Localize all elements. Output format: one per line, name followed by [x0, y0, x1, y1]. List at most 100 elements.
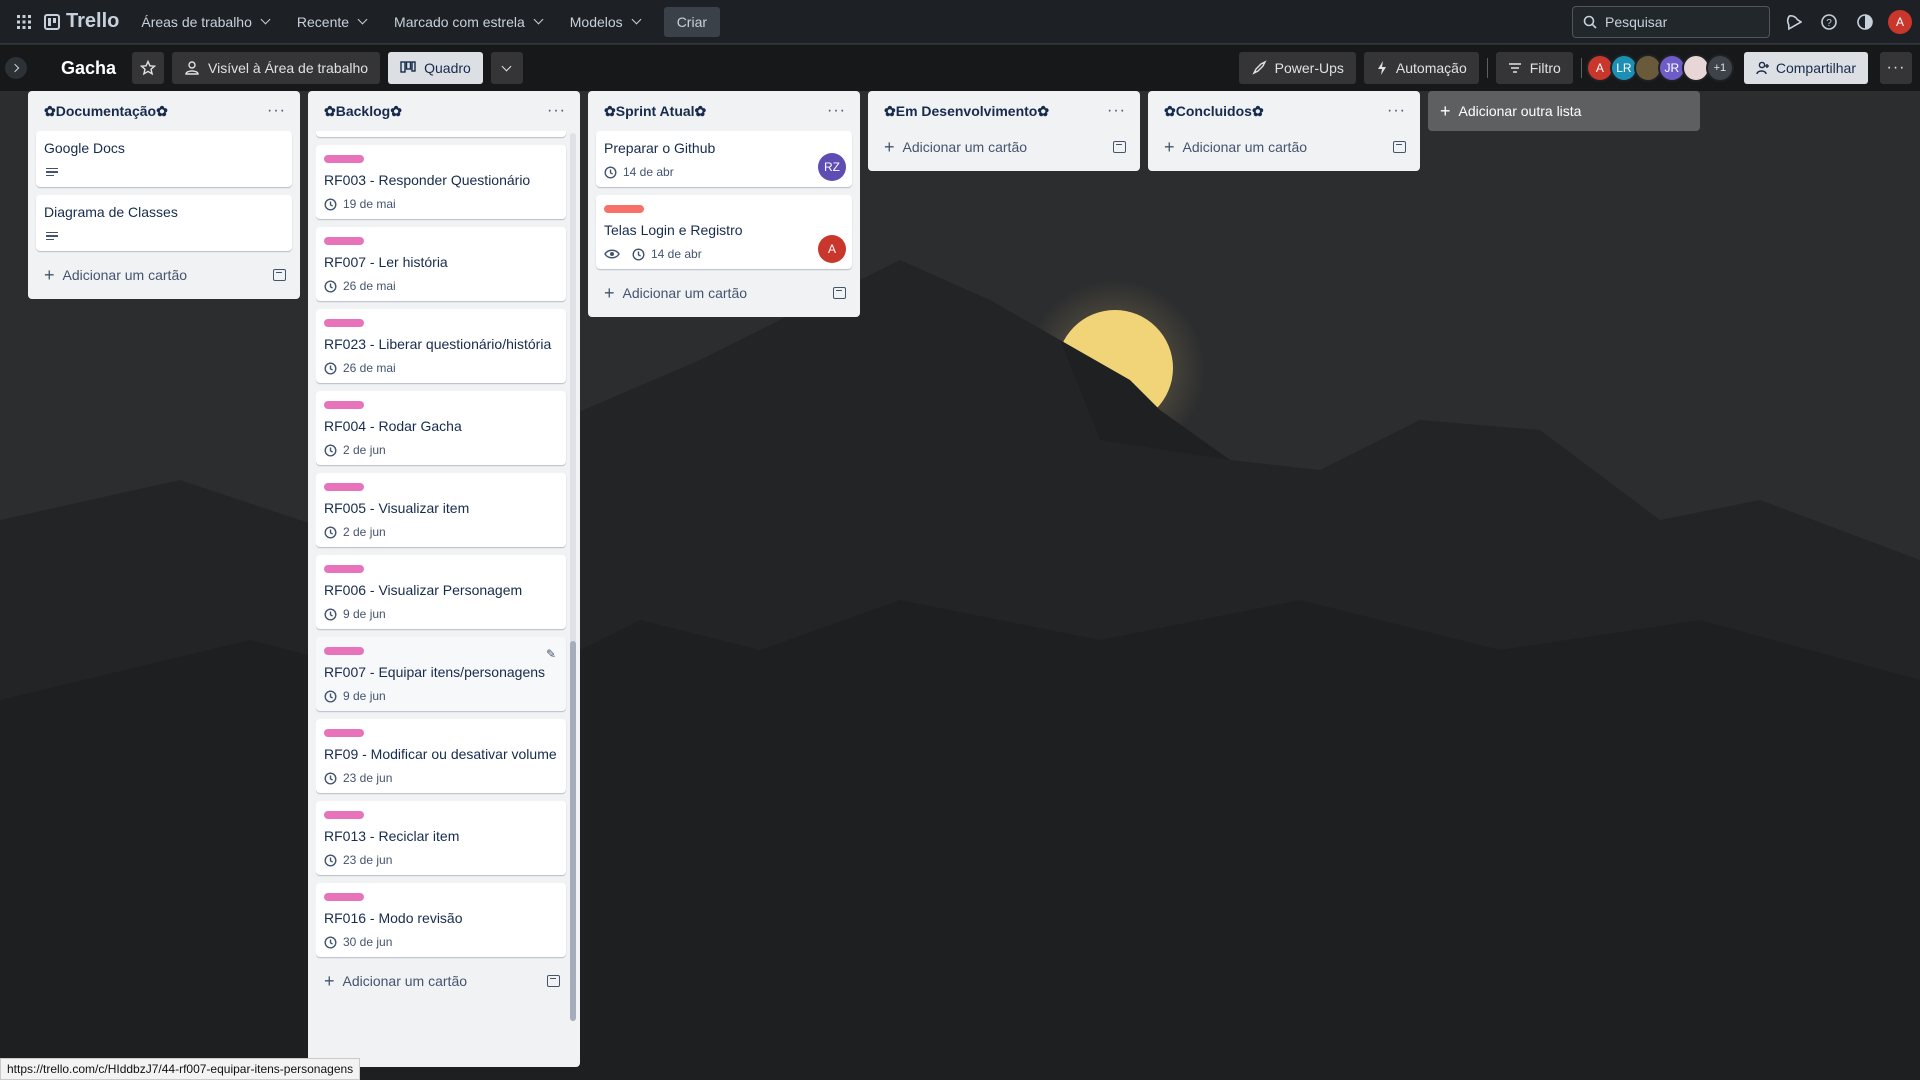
add-card-button[interactable]: + Adicionar um cartão	[316, 965, 566, 997]
list-title[interactable]: ✿Documentação✿	[44, 103, 168, 120]
app-switcher-icon[interactable]	[10, 8, 38, 36]
card-label[interactable]	[324, 647, 364, 655]
card-badges: 23 de jun	[324, 851, 558, 869]
due-date[interactable]: 23 de jun	[343, 771, 392, 785]
card-hovered[interactable]: ✎ RF007 - Equipar itens/personagens 9 de…	[316, 637, 566, 711]
card[interactable]: RF016 - Modo revisão 30 de jun	[316, 883, 566, 957]
card[interactable]: Google Docs	[36, 131, 292, 187]
list-title[interactable]: ✿Concluidos✿	[1164, 103, 1264, 120]
card-template-icon[interactable]	[833, 287, 846, 299]
card-member-avatar[interactable]: A	[818, 235, 846, 263]
powerups-button[interactable]: Power-Ups	[1238, 52, 1356, 84]
nav-recent[interactable]: Recente	[285, 8, 378, 36]
list-menu-icon[interactable]: ···	[547, 102, 566, 120]
filter-button[interactable]: Filtro	[1495, 52, 1573, 84]
automation-button[interactable]: Automação	[1363, 52, 1479, 84]
card[interactable]: RF006 - Visualizar Personagem 9 de jun	[316, 555, 566, 629]
list-scrollbar-thumb[interactable]	[570, 641, 576, 1021]
help-icon[interactable]: ?	[1816, 9, 1842, 35]
card-label[interactable]	[324, 729, 364, 737]
due-date[interactable]: 23 de jun	[343, 853, 392, 867]
visibility-button[interactable]: Visível à Área de trabalho	[172, 52, 381, 84]
card-member-avatar[interactable]: RZ	[818, 153, 846, 181]
search-input[interactable]: Pesquisar	[1572, 5, 1770, 38]
board-menu-button[interactable]: ···	[1880, 52, 1912, 84]
due-date[interactable]: 26 de mai	[343, 279, 396, 293]
edit-pencil-icon[interactable]: ✎	[546, 647, 556, 661]
header-divider	[1486, 58, 1488, 78]
list-menu-icon[interactable]: ···	[267, 102, 286, 120]
card-template-icon[interactable]	[547, 975, 560, 987]
add-card-button[interactable]: + Adicionar um cartão	[36, 259, 292, 291]
add-card-button[interactable]: + Adicionar um cartão	[596, 277, 852, 309]
card[interactable]: Diagrama de Classes	[36, 195, 292, 251]
view-switcher-button[interactable]	[490, 52, 523, 84]
card-label[interactable]	[604, 205, 644, 213]
card[interactable]: Preparar o Github 14 de abr RZ	[596, 131, 852, 187]
list-title[interactable]: ✿Sprint Atual✿	[604, 103, 706, 120]
due-date[interactable]: 9 de jun	[343, 607, 386, 621]
card-label[interactable]	[324, 893, 364, 901]
notifications-icon[interactable]	[1780, 9, 1806, 35]
nav-workspaces[interactable]: Áreas de trabalho	[129, 8, 281, 36]
card[interactable]: RF007 - Ler história 26 de mai	[316, 227, 566, 301]
user-avatar[interactable]: A	[1888, 9, 1912, 34]
list-header[interactable]: ✿Sprint Atual✿ ···	[596, 91, 852, 131]
card-label[interactable]	[324, 811, 364, 819]
view-board-button[interactable]: Quadro	[388, 52, 483, 84]
rocket-icon	[1252, 60, 1267, 75]
list-menu-icon[interactable]: ···	[827, 102, 846, 120]
nav-starred[interactable]: Marcado com estrela	[382, 8, 554, 36]
due-date[interactable]: 14 de abr	[623, 165, 674, 179]
card-template-icon[interactable]	[1113, 141, 1126, 153]
card-label[interactable]	[324, 319, 364, 327]
plus-icon: +	[604, 283, 615, 303]
card-label[interactable]	[324, 401, 364, 409]
add-list-button[interactable]: + Adicionar outra lista	[1428, 91, 1700, 131]
sidebar-toggle[interactable]	[5, 57, 27, 79]
card-partial[interactable]	[316, 131, 566, 137]
card-label[interactable]	[324, 237, 364, 245]
list-title[interactable]: ✿Em Desenvolvimento✿	[884, 103, 1049, 120]
nav-templates[interactable]: Modelos	[558, 8, 652, 36]
card-template-icon[interactable]	[1393, 141, 1406, 153]
due-date[interactable]: 9 de jun	[343, 689, 386, 703]
due-date[interactable]: 2 de jun	[343, 443, 386, 457]
clock-icon	[324, 771, 337, 785]
list-menu-icon[interactable]: ···	[1387, 102, 1406, 120]
list-cards-scroll[interactable]: RF003 - Responder Questionário 19 de mai…	[316, 131, 574, 1059]
list-title[interactable]: ✿Backlog✿	[324, 103, 402, 120]
list-header[interactable]: ✿Backlog✿ ···	[316, 91, 572, 131]
card-label[interactable]	[324, 565, 364, 573]
share-button[interactable]: Compartilhar	[1743, 52, 1868, 84]
add-card-button[interactable]: + Adicionar um cartão	[876, 131, 1132, 163]
card[interactable]: RF005 - Visualizar item 2 de jun	[316, 473, 566, 547]
due-date[interactable]: 30 de jun	[343, 935, 392, 949]
card[interactable]: RF023 - Liberar questionário/história 26…	[316, 309, 566, 383]
list-header[interactable]: ✿Documentação✿ ···	[36, 91, 292, 131]
due-date[interactable]: 26 de mai	[343, 361, 396, 375]
add-card-label: Adicionar um cartão	[1182, 139, 1308, 155]
due-date[interactable]: 2 de jun	[343, 525, 386, 539]
due-date[interactable]: 14 de abr	[651, 247, 702, 261]
card[interactable]: RF013 - Reciclar item 23 de jun	[316, 801, 566, 875]
card[interactable]: RF09 - Modificar ou desativar volume 23 …	[316, 719, 566, 793]
star-button[interactable]	[132, 52, 165, 84]
nav-workspaces-label: Áreas de trabalho	[141, 13, 252, 30]
card-template-icon[interactable]	[273, 269, 286, 281]
create-button[interactable]: Criar	[663, 6, 721, 37]
card[interactable]: RF004 - Rodar Gacha 2 de jun	[316, 391, 566, 465]
theme-icon[interactable]	[1852, 9, 1878, 35]
trello-logo[interactable]: Trello	[44, 10, 119, 33]
add-card-button[interactable]: + Adicionar um cartão	[1156, 131, 1412, 163]
due-date[interactable]: 19 de mai	[343, 197, 396, 211]
card-label[interactable]	[324, 155, 364, 163]
list-header[interactable]: ✿Concluidos✿ ···	[1156, 91, 1412, 131]
board-title[interactable]: Gacha	[61, 58, 116, 79]
card-label[interactable]	[324, 483, 364, 491]
card[interactable]: Telas Login e Registro 14 de abr A	[596, 195, 852, 269]
more-members-button[interactable]: +1	[1705, 54, 1734, 82]
list-header[interactable]: ✿Em Desenvolvimento✿ ···	[876, 91, 1132, 131]
card[interactable]: RF003 - Responder Questionário 19 de mai	[316, 145, 566, 219]
list-menu-icon[interactable]: ···	[1107, 102, 1126, 120]
